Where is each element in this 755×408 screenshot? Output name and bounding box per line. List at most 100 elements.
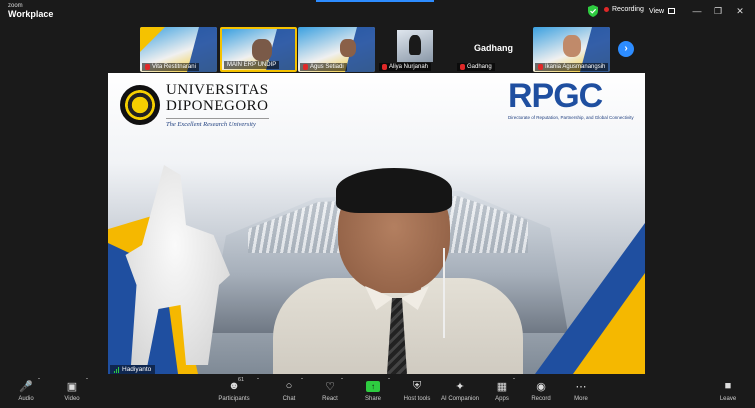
participant-name-tag: Gadhang <box>457 63 495 71</box>
audio-level-icon <box>114 366 119 373</box>
apps-icon: ▦ <box>496 380 508 393</box>
view-button[interactable]: View <box>643 4 681 18</box>
logo-bottom-text: Workplace <box>8 9 54 19</box>
active-indicator-line <box>316 0 434 2</box>
mic-muted-icon <box>382 64 387 70</box>
speaker-name: Hadiyanto <box>122 366 152 373</box>
university-line2: DIPONEGORO <box>166 97 269 114</box>
university-seal-icon <box>120 85 160 126</box>
video-camera-icon: ▣ <box>66 380 78 393</box>
zoom-logo: zoom Workplace <box>8 3 53 19</box>
zoom-meeting-window: zoom Workplace Recording View — ❐ ✕ Vita… <box>0 0 755 408</box>
minimize-icon[interactable]: — <box>690 4 704 18</box>
participants-button[interactable]: ☻ 61 Participants <box>216 377 252 402</box>
participant-face <box>563 35 581 57</box>
encryption-shield-icon[interactable] <box>587 5 599 17</box>
record-button[interactable]: ◉ Record <box>530 379 552 403</box>
host-tools-label: Host tools <box>403 396 431 402</box>
view-label: View <box>649 7 665 15</box>
video-button[interactable]: ▣ Video <box>62 379 82 403</box>
earphone-wire <box>443 248 445 338</box>
participants-count: 61 <box>238 377 245 383</box>
video-options-chevron-icon[interactable]: ˆ <box>86 379 88 385</box>
more-label: More <box>574 396 588 402</box>
share-button[interactable]: ↑ Share <box>363 379 383 402</box>
more-button[interactable]: ⋯ More <box>572 379 590 403</box>
next-page-chevron-icon[interactable]: › <box>618 41 634 57</box>
audio-button[interactable]: 🎤 Audio <box>16 379 36 403</box>
chat-button[interactable]: ○ Chat <box>279 379 299 402</box>
participants-options-chevron-icon[interactable]: ˆ <box>257 379 259 385</box>
participant-name-tag: MAIN ERP UNDIP <box>224 61 280 69</box>
participant-name: Ikania Agusmanangsih <box>545 64 606 70</box>
apps-button[interactable]: ▦ Apps <box>493 379 511 403</box>
mic-muted-icon <box>538 64 543 70</box>
share-label: Share <box>364 396 381 402</box>
grid-view-icon <box>668 8 676 14</box>
participant-display-name: Gadhang <box>473 43 513 53</box>
audio-label: Audio <box>18 396 34 402</box>
record-icon: ◉ <box>536 380 546 393</box>
participant-name-tag: Ikania Agusmanangsih <box>535 63 609 71</box>
participant-name-tag: Agus Setiadi <box>300 63 347 71</box>
heart-icon: ♡ <box>325 380 335 393</box>
participant-name: MAIN ERP UNDIP <box>227 62 277 68</box>
participant-name-tag: Aliya Nurjanah <box>379 63 432 71</box>
participants-icon: ☻ 61 <box>228 377 245 392</box>
meeting-toolbar: 🎤 Audio ˆ ▣ Video ˆ ☻ 61 Participants ˆ ○… <box>0 376 755 408</box>
rpgc-subtitle: Directorate of Reputation, Partnership, … <box>508 115 634 120</box>
close-icon[interactable]: ✕ <box>733 4 747 18</box>
chat-bubble-icon: ○ <box>285 380 293 392</box>
rpgc-logo: RPGC Directorate of Reputation, Partners… <box>508 79 638 120</box>
restore-icon[interactable]: ❐ <box>711 4 725 18</box>
speaker-name-tag: Hadiyanto <box>110 365 156 374</box>
chat-options-chevron-icon[interactable]: ˆ <box>301 379 303 385</box>
participant-thumbnail[interactable]: Vita Restitnarani <box>140 27 217 72</box>
speaker-figure <box>273 168 523 374</box>
participant-name: Agus Setiadi <box>310 64 344 70</box>
mic-muted-icon <box>145 64 150 70</box>
university-wordmark: UNIVERSITAS DIPONEGORO The Excellent Res… <box>166 82 269 128</box>
participant-thumbnail[interactable]: Aliya Nurjanah <box>377 27 454 72</box>
participant-name: Gadhang <box>467 64 492 70</box>
participant-thumbnail[interactable]: Agus Setiadi <box>298 27 375 72</box>
react-options-chevron-icon[interactable]: ˆ <box>341 379 343 385</box>
recording-label: Recording <box>612 6 644 13</box>
chat-label: Chat <box>282 396 296 402</box>
title-bar: zoom Workplace Recording View — ❐ ✕ <box>0 0 755 24</box>
active-speaker-video: UNIVERSITAS DIPONEGORO The Excellent Res… <box>108 73 645 374</box>
share-options-chevron-icon[interactable]: ˆ <box>388 379 390 385</box>
mic-muted-icon <box>460 64 465 70</box>
leave-label: Leave <box>719 396 737 402</box>
participant-face <box>340 39 356 57</box>
leave-icon: ■ <box>724 380 732 392</box>
rpgc-wordmark: RPGC <box>508 77 603 115</box>
university-line1: UNIVERSITAS <box>166 82 269 98</box>
participant-name: Aliya Nurjanah <box>389 64 429 70</box>
more-dots-icon: ⋯ <box>575 380 587 393</box>
speaker-hair <box>336 168 452 213</box>
university-logo: UNIVERSITAS DIPONEGORO The Excellent Res… <box>120 82 269 128</box>
participants-label: Participants <box>218 396 250 402</box>
react-label: React <box>322 396 338 402</box>
audio-options-chevron-icon[interactable]: ˆ <box>38 379 40 385</box>
ai-companion-label: AI Companion <box>440 396 480 402</box>
record-label: Record <box>531 396 551 402</box>
leave-button[interactable]: ■ Leave <box>719 379 737 402</box>
host-tools-button[interactable]: ⛨ Host tools <box>402 379 432 403</box>
recording-indicator[interactable]: Recording <box>604 6 644 13</box>
apps-options-chevron-icon[interactable]: ˆ <box>513 379 515 385</box>
participant-thumbnail[interactable]: MAIN ERP UNDIP <box>220 27 297 72</box>
ai-companion-button[interactable]: ✦ AI Companion <box>440 379 480 403</box>
slide-decoration <box>140 27 165 52</box>
react-button[interactable]: ♡ React <box>320 379 340 403</box>
sparkle-icon: ✦ <box>455 380 465 393</box>
participant-thumbnail[interactable]: Ikania Agusmanangsih <box>533 27 610 72</box>
participant-face <box>252 39 272 61</box>
apps-label: Apps <box>495 396 509 402</box>
participant-thumbnail[interactable]: Gadhang Gadhang <box>455 27 532 72</box>
mic-muted-icon <box>303 64 308 70</box>
video-label: Video <box>64 396 80 402</box>
recording-dot-icon <box>604 7 609 12</box>
share-screen-icon: ↑ <box>366 379 380 393</box>
